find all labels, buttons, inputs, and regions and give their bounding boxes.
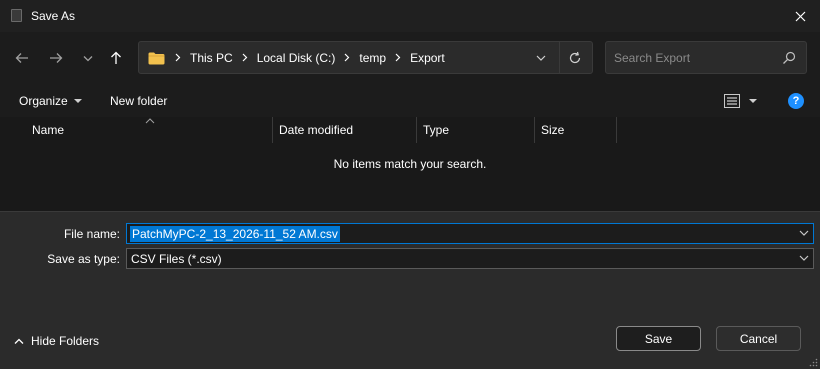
close-button[interactable]: [788, 4, 812, 28]
column-header-date-modified[interactable]: Date modified: [273, 117, 417, 143]
column-label: Date modified: [279, 123, 354, 137]
resize-grip-icon[interactable]: [808, 357, 818, 367]
help-icon: ?: [792, 95, 800, 107]
refresh-icon: [569, 51, 581, 64]
save-button-label: Save: [644, 331, 673, 346]
back-arrow-icon: [15, 53, 28, 63]
breadcrumb: This PC Local Disk (C:) temp Export: [171, 42, 445, 73]
window-title: Save As: [31, 9, 76, 23]
file-name-field[interactable]: PatchMyPC-2_13_2026-11_52 AM.csv: [126, 223, 814, 244]
organize-button[interactable]: Organize: [19, 94, 82, 108]
cancel-button[interactable]: Cancel: [716, 326, 801, 351]
command-bar: Organize New folder ?: [0, 84, 820, 117]
save-as-type-label: Save as type:: [47, 252, 120, 266]
column-header-type[interactable]: Type: [417, 117, 535, 143]
caret-down-icon: [73, 99, 82, 103]
hide-folders-button[interactable]: Hide Folders: [14, 334, 99, 348]
view-options-icon: [724, 94, 740, 108]
file-name-label: File name:: [63, 227, 120, 241]
organize-label: Organize: [19, 94, 68, 108]
breadcrumb-item[interactable]: temp: [359, 51, 386, 65]
back-button[interactable]: [12, 48, 32, 68]
column-label: Name: [32, 123, 65, 137]
up-arrow-icon: [111, 51, 121, 64]
forward-button[interactable]: [46, 48, 66, 68]
recent-locations-button[interactable]: [78, 48, 98, 68]
view-options-button[interactable]: [724, 93, 760, 109]
breadcrumb-item[interactable]: Export: [410, 51, 445, 65]
breadcrumb-item[interactable]: This PC: [190, 51, 233, 65]
hide-folders-label: Hide Folders: [31, 334, 100, 348]
save-as-type-value: CSV Files (*.csv): [131, 252, 222, 266]
search-box[interactable]: [605, 41, 807, 74]
chevron-right-icon: [242, 51, 248, 65]
address-bar[interactable]: This PC Local Disk (C:) temp Export: [138, 41, 593, 74]
chevron-right-icon: [175, 51, 181, 65]
caret-down-icon: [749, 99, 757, 103]
address-history-dropdown[interactable]: [534, 52, 548, 64]
breadcrumb-item[interactable]: Local Disk (C:): [257, 51, 336, 65]
search-input[interactable]: [614, 42, 774, 73]
title-bar: Save As: [0, 0, 820, 32]
chevron-right-icon: [344, 51, 350, 65]
chevron-down-icon[interactable]: [799, 229, 809, 237]
cancel-button-label: Cancel: [739, 331, 778, 346]
divider: [559, 42, 560, 73]
help-button[interactable]: ?: [788, 93, 804, 109]
chevron-down-icon: [799, 255, 809, 261]
column-label: Size: [541, 123, 565, 137]
chevron-up-icon: [14, 338, 24, 344]
save-options-panel: File name: PatchMyPC-2_13_2026-11_52 AM.…: [0, 211, 820, 369]
forward-arrow-icon: [50, 53, 63, 63]
column-label: Type: [423, 123, 450, 137]
new-folder-button[interactable]: New folder: [110, 94, 167, 108]
save-button[interactable]: Save: [616, 326, 701, 351]
column-header-size[interactable]: Size: [535, 117, 617, 143]
chevron-down-icon: [536, 55, 546, 61]
file-list[interactable]: Name Date modified Type Size No items ma…: [0, 117, 820, 211]
chevron-right-icon: [395, 51, 401, 65]
search-icon: [783, 51, 796, 64]
recent-locations-icon: [83, 55, 93, 61]
column-header-name[interactable]: Name: [26, 117, 273, 143]
save-as-type-select[interactable]: CSV Files (*.csv): [126, 248, 814, 269]
new-folder-label: New folder: [110, 94, 168, 108]
folder-icon: [148, 52, 165, 65]
close-icon: [795, 11, 805, 21]
file-name-value[interactable]: PatchMyPC-2_13_2026-11_52 AM.csv: [130, 226, 340, 242]
navigation-bar: This PC Local Disk (C:) temp Export: [0, 32, 820, 84]
refresh-button[interactable]: [567, 50, 583, 66]
empty-message: No items match your search.: [333, 157, 487, 171]
up-button[interactable]: [106, 48, 126, 68]
app-icon: [11, 9, 22, 22]
